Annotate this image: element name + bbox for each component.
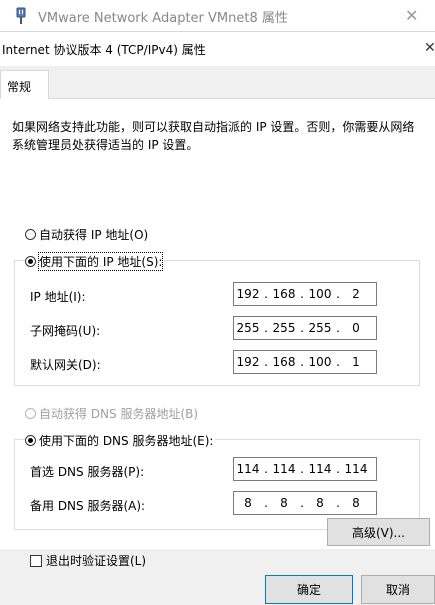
dot-separator: . [264, 462, 268, 476]
dot-separator: . [300, 496, 304, 510]
advanced-button-label: 高级(V)... [351, 525, 406, 540]
preferred-dns-octet-4: 114 [344, 462, 368, 476]
preferred-dns-label: 首选 DNS 服务器(P): [30, 465, 145, 479]
ip-address-field[interactable]: 192. 168. 100. 2 [233, 282, 377, 306]
ip-address-octet-1: 192 [236, 287, 260, 301]
dot-separator: . [336, 321, 340, 335]
validate-on-exit-checkbox[interactable]: 退出时验证设置(L) [30, 552, 146, 569]
dot-separator: . [300, 462, 304, 476]
default-gateway-label: 默认网关(D): [30, 358, 101, 372]
manual-ip-radio[interactable]: 使用下面的 IP 地址(S): [25, 252, 165, 271]
subnet-mask-field[interactable]: 255. 255. 255. 0 [233, 316, 377, 340]
dot-separator: . [336, 496, 340, 510]
ok-button-label: 确定 [296, 583, 321, 597]
dialog-titlebar: Internet 协议版本 4 (TCP/IPv4) 属性 ✕ [0, 32, 435, 66]
subnet-octet-3: 255 [308, 321, 332, 335]
dot-separator: . [264, 287, 268, 301]
ip-address-octet-2: 168 [272, 287, 296, 301]
outer-window-title: VMware Network Adapter VMnet8 属性 [38, 11, 288, 26]
preferred-dns-octet-1: 114 [236, 462, 260, 476]
manual-dns-radio[interactable]: 使用下面的 DNS 服务器地址(E): [25, 432, 216, 449]
alternate-dns-octet-1: 8 [244, 496, 252, 510]
manual-ip-radio-dot [25, 256, 36, 267]
network-adapter-icon [16, 7, 26, 24]
ip-address-octet-3: 100 [308, 287, 332, 301]
alternate-dns-octet-4: 8 [352, 496, 360, 510]
dns-groupbox [14, 439, 420, 530]
alternate-dns-octet-2: 8 [280, 496, 288, 510]
auto-dns-radio-dot [25, 408, 36, 419]
tab-general-label: 常规 [7, 80, 32, 94]
validate-on-exit-box [30, 554, 42, 567]
subnet-mask-label: 子网掩码(U): [30, 324, 101, 338]
dot-separator: . [264, 355, 268, 369]
ip-address-label: IP 地址(I): [30, 290, 86, 304]
gateway-octet-1: 192 [236, 355, 260, 369]
preferred-dns-octet-2: 114 [272, 462, 296, 476]
dot-separator: . [264, 496, 268, 510]
gateway-octet-3: 100 [308, 355, 332, 369]
dialog-close-icon[interactable]: ✕ [424, 40, 435, 56]
manual-ip-radio-label: 使用下面的 IP 地址(S): [37, 252, 164, 271]
preferred-dns-field[interactable]: 114. 114. 114. 114 [233, 457, 377, 481]
gateway-octet-2: 168 [272, 355, 296, 369]
subnet-octet-1: 255 [236, 321, 260, 335]
dot-separator: . [300, 355, 304, 369]
default-gateway-field[interactable]: 192. 168. 100. 1 [233, 350, 377, 374]
alternate-dns-field[interactable]: 8. 8. 8. 8 [233, 491, 377, 515]
auto-ip-radio[interactable]: 自动获得 IP 地址(O) [25, 226, 148, 243]
validate-on-exit-label: 退出时验证设置(L) [46, 554, 147, 568]
outer-close-icon[interactable]: ✕ [405, 6, 418, 25]
auto-ip-radio-dot [25, 229, 36, 240]
alternate-dns-octet-3: 8 [316, 496, 324, 510]
manual-dns-radio-label: 使用下面的 DNS 服务器地址(E): [39, 434, 214, 448]
manual-dns-radio-dot [25, 435, 36, 446]
auto-ip-radio-label: 自动获得 IP 地址(O) [39, 228, 149, 242]
general-tab-panel: 如果网络支持此功能，则可以获取自动指派的 IP 设置。否则，你需要从网络系统管理… [0, 98, 435, 568]
auto-dns-radio-label: 自动获得 DNS 服务器地址(B) [39, 407, 199, 421]
subnet-octet-2: 255 [272, 321, 296, 335]
dot-separator: . [336, 287, 340, 301]
tab-general[interactable]: 常规 [0, 70, 49, 99]
subnet-octet-4: 0 [352, 321, 360, 335]
ip-address-octet-4: 2 [352, 287, 360, 301]
dot-separator: . [336, 462, 340, 476]
dot-separator: . [336, 355, 340, 369]
dot-separator: . [300, 287, 304, 301]
gateway-octet-4: 1 [352, 355, 360, 369]
advanced-button[interactable]: 高级(V)... [327, 518, 430, 546]
dot-separator: . [300, 321, 304, 335]
outer-window-titlebar: VMware Network Adapter VMnet8 属性 ✕ [0, 0, 435, 32]
preferred-dns-octet-3: 114 [308, 462, 332, 476]
dot-separator: . [264, 321, 268, 335]
ipv4-properties-dialog: Internet 协议版本 4 (TCP/IPv4) 属性 ✕ 常规 如果网络支… [0, 32, 435, 605]
auto-dns-radio: 自动获得 DNS 服务器地址(B) [25, 405, 198, 422]
alternate-dns-label: 备用 DNS 服务器(A): [30, 499, 146, 513]
cancel-button-label: 取消 [385, 583, 410, 597]
ok-button[interactable]: 确定 [265, 575, 353, 604]
cancel-button[interactable]: 取消 [361, 575, 435, 604]
description-text: 如果网络支持此功能，则可以获取自动指派的 IP 设置。否则，你需要从网络系统管理… [12, 120, 415, 152]
dialog-title: Internet 协议版本 4 (TCP/IPv4) 属性 [2, 43, 206, 57]
